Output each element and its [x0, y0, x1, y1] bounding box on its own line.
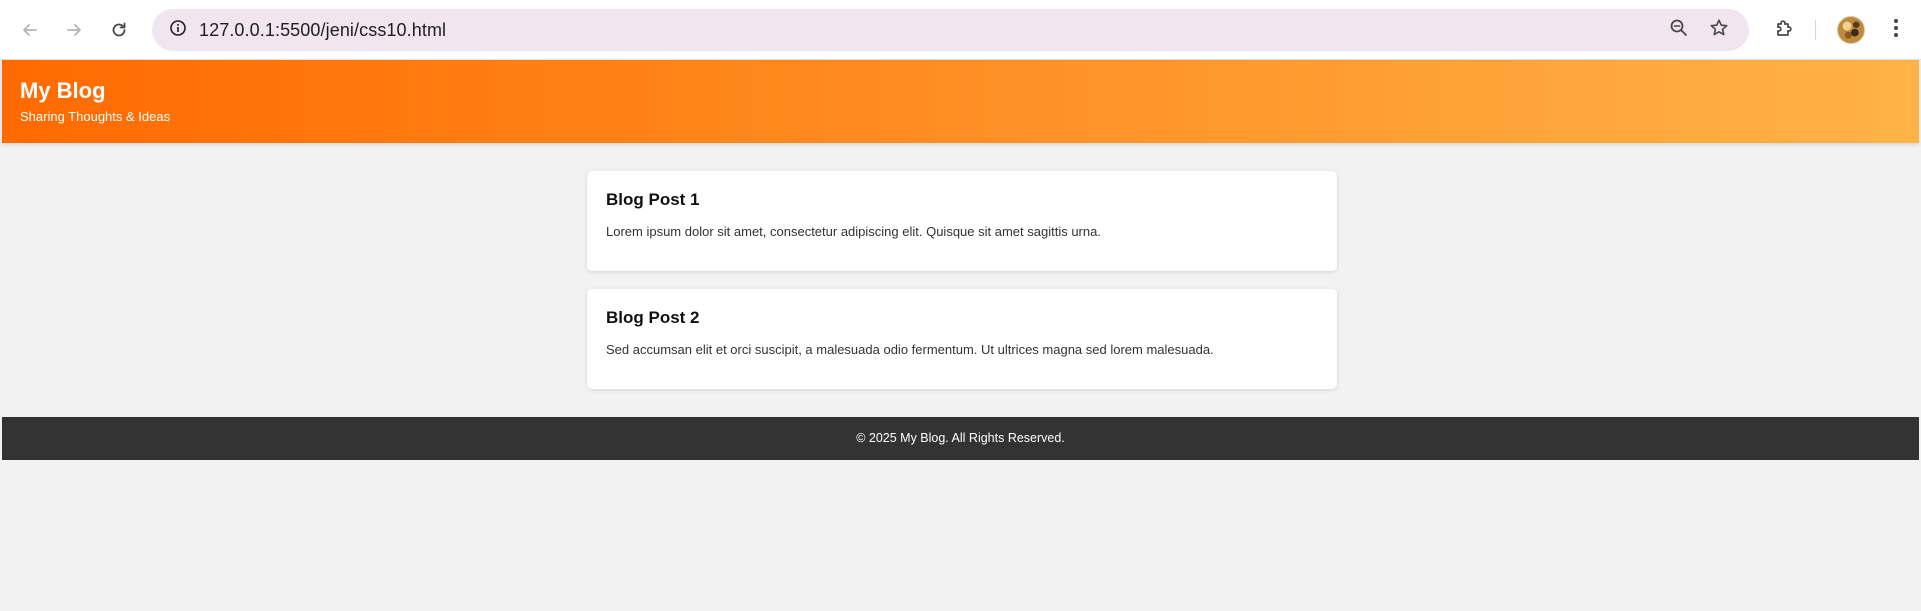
info-icon — [169, 19, 187, 42]
arrow-left-icon — [21, 21, 39, 39]
zoom-button[interactable] — [1663, 14, 1695, 46]
site-footer: © 2025 My Blog. All Rights Reserved. — [2, 417, 1919, 460]
puzzle-icon — [1774, 18, 1794, 43]
toolbar-divider — [1815, 20, 1816, 40]
site-info-button[interactable] — [162, 14, 194, 46]
extensions-button[interactable] — [1768, 14, 1800, 46]
bookmark-button[interactable] — [1703, 14, 1735, 46]
site-header: My Blog Sharing Thoughts & Ideas — [2, 60, 1919, 143]
zoom-out-icon — [1669, 18, 1689, 43]
blog-post-card: Blog Post 1 Lorem ipsum dolor sit amet, … — [587, 171, 1337, 271]
site-title: My Blog — [20, 78, 106, 103]
blog-post-card: Blog Post 2 Sed accumsan elit et orci su… — [587, 289, 1337, 389]
address-bar[interactable]: 127.0.0.1:5500/jeni/css10.html — [152, 9, 1749, 51]
arrow-right-icon — [65, 21, 83, 39]
page-viewport: My Blog Sharing Thoughts & Ideas Blog Po… — [2, 60, 1919, 611]
post-body: Sed accumsan elit et orci suscipit, a ma… — [606, 342, 1214, 357]
browser-menu-button[interactable] — [1880, 14, 1912, 46]
back-button[interactable] — [14, 14, 46, 46]
url-text[interactable]: 127.0.0.1:5500/jeni/css10.html — [199, 20, 446, 41]
kebab-menu-icon — [1893, 18, 1899, 43]
post-title: Blog Post 2 — [606, 308, 700, 327]
profile-avatar[interactable] — [1837, 16, 1865, 44]
forward-button[interactable] — [58, 14, 90, 46]
browser-toolbar: 127.0.0.1:5500/jeni/css10.html — [0, 0, 1921, 60]
star-icon — [1709, 18, 1729, 43]
post-title: Blog Post 1 — [606, 190, 700, 209]
reload-icon — [110, 21, 128, 39]
reload-button[interactable] — [103, 14, 135, 46]
site-tagline: Sharing Thoughts & Ideas — [20, 109, 171, 124]
footer-copyright: © 2025 My Blog. All Rights Reserved. — [856, 431, 1065, 445]
post-body: Lorem ipsum dolor sit amet, consectetur … — [606, 224, 1101, 239]
